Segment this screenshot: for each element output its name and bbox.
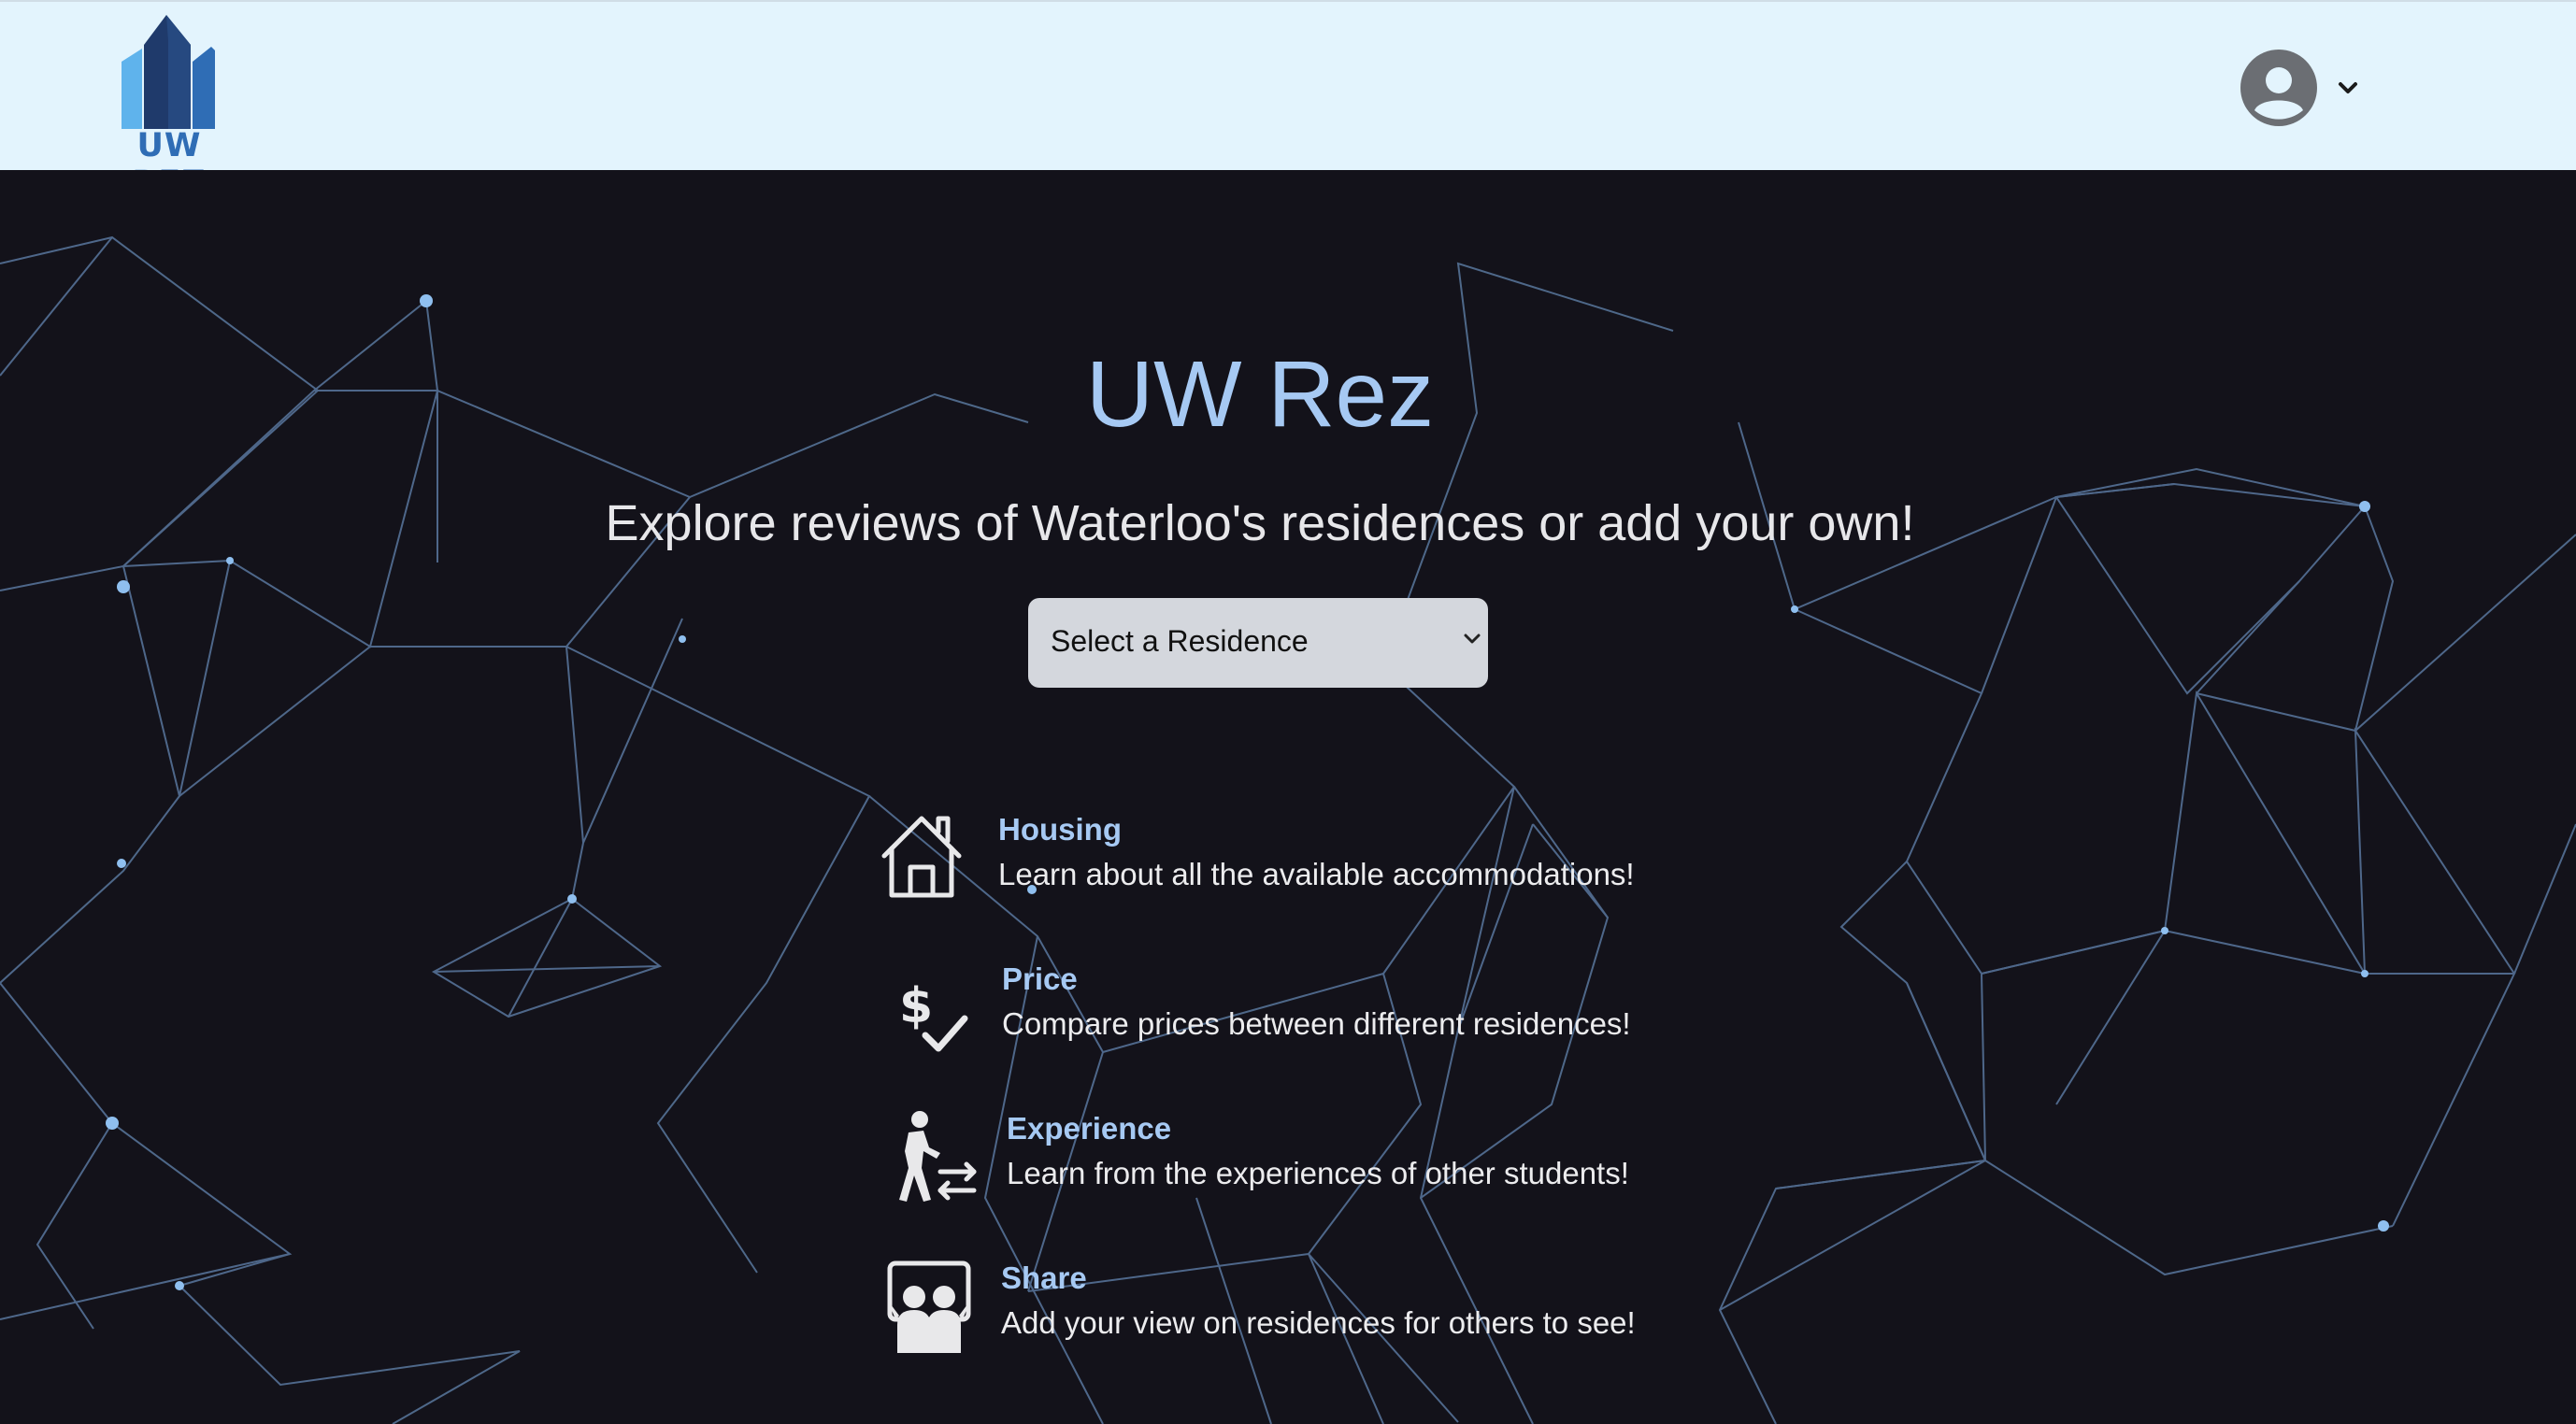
house-icon <box>881 816 962 898</box>
page-title: UW Rez <box>1085 342 1435 447</box>
feature-experience-description: Learn from the experiences of other stud… <box>1007 1156 1629 1190</box>
feature-share-title: Share <box>1001 1260 1087 1295</box>
chevron-down-icon <box>1464 634 1481 644</box>
hiker-transfer-icon <box>899 1111 977 1202</box>
uw-rez-logo[interactable]: UW REZ <box>101 13 237 202</box>
feature-share-description: Add your view on residences for others t… <box>1001 1305 1636 1340</box>
feature-price: $ Price Compare prices between different… <box>879 961 1701 1063</box>
feature-housing: Housing Learn about all the available ac… <box>879 811 1701 914</box>
feature-experience-title: Experience <box>1007 1111 1172 1146</box>
share-people-icon <box>887 1260 971 1353</box>
navbar: UW REZ <box>0 0 2576 202</box>
buildings-logo-icon <box>122 15 215 129</box>
hero-section: UW Rez Explore reviews of Waterloo's res… <box>0 170 2576 1424</box>
feature-housing-description: Learn about all the available accommodat… <box>998 857 1635 891</box>
residence-select-value: Select a Residence <box>1051 624 1309 658</box>
page-subtitle: Explore reviews of Waterloo's residences… <box>605 495 1915 551</box>
feature-housing-title: Housing <box>998 812 1122 847</box>
user-circle-icon <box>2240 50 2357 126</box>
svg-text:$: $ <box>899 978 933 1034</box>
user-menu-button[interactable] <box>2240 49 2367 127</box>
feature-price-title: Price <box>1002 961 1078 996</box>
feature-experience: Experience Learn from the experiences of… <box>879 1110 1701 1213</box>
dollar-check-icon: $ <box>899 978 968 1052</box>
residence-select[interactable]: Select a Residence <box>1028 598 1488 688</box>
feature-price-description: Compare prices between different residen… <box>1002 1006 1631 1041</box>
feature-share: Share Add your view on residences for ot… <box>879 1260 1701 1362</box>
chevron-down-icon <box>2339 82 2357 93</box>
